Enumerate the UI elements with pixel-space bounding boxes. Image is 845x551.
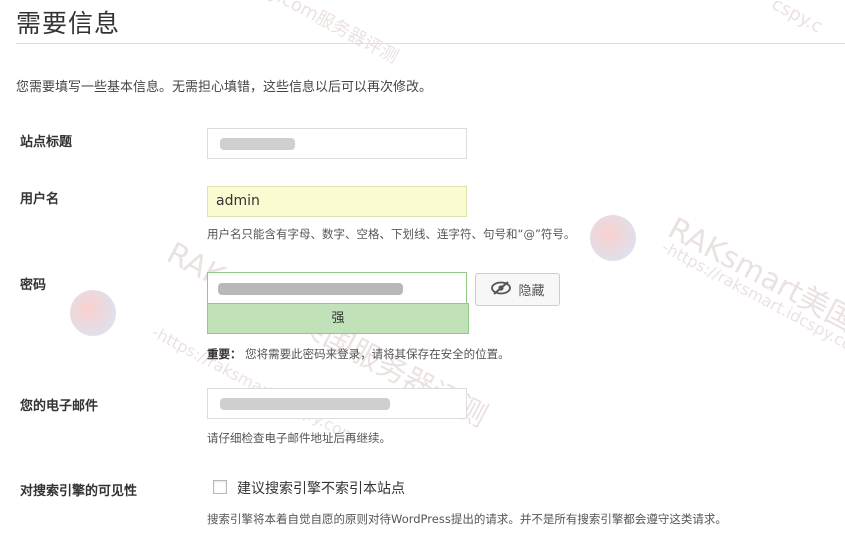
username-hint: 用户名只能含有字母、数字、空格、下划线、连字符、句号和“@”符号。 <box>207 227 576 241</box>
install-form-page: RAKsmart美国服务器评测 RAKsmart美国 -https://raks… <box>0 0 845 551</box>
hide-password-button[interactable]: 隐藏 <box>475 273 560 306</box>
password-hint: 重要： 您将需要此密码来登录，请将其保存在安全的位置。 <box>207 346 510 362</box>
search-visibility-checkbox-label[interactable]: 建议搜索引擎不索引本站点 <box>237 478 405 498</box>
email-label: 您的电子邮件 <box>20 399 99 414</box>
watermark-text: cspy.c <box>768 0 827 38</box>
watermark-logo <box>70 290 116 336</box>
redacted-value <box>220 398 390 410</box>
watermark-text: -https://raksmart.idcspy.com <box>658 237 845 362</box>
site-title-label: 站点标题 <box>20 135 73 150</box>
email-hint: 请仔细检查电子邮件地址后再继续。 <box>207 431 391 445</box>
watermark-logo <box>590 215 636 261</box>
username-label: 用户名 <box>20 192 60 207</box>
password-strength-meter: 强 <box>207 303 469 334</box>
page-title: 需要信息 <box>16 9 121 38</box>
intro-text: 您需要填写一些基本信息。无需担心填错，这些信息以后可以再次修改。 <box>16 80 433 95</box>
redacted-value <box>218 283 403 295</box>
eye-slash-icon <box>490 280 512 299</box>
username-input[interactable]: admin <box>207 186 467 217</box>
title-divider <box>16 43 845 44</box>
site-title-input[interactable] <box>207 128 467 159</box>
watermark-text: RAKsmart美国 <box>662 211 845 340</box>
search-visibility-label: 对搜索引擎的可见性 <box>20 484 138 499</box>
email-input[interactable] <box>207 388 467 419</box>
password-hint-text: 您将需要此密码来登录，请将其保存在安全的位置。 <box>245 347 510 361</box>
watermark-text: -https://raksmart.idcspy.com <box>148 322 360 447</box>
search-visibility-hint: 搜索引擎将本着自觉自愿的原则对待WordPress提出的请求。并不是所有搜索引擎… <box>207 512 727 526</box>
hide-button-label: 隐藏 <box>518 284 545 299</box>
watermark-text: rt.idcspy.com服务器评测 <box>206 0 402 68</box>
search-visibility-checkbox[interactable] <box>213 480 227 494</box>
password-label: 密码 <box>20 278 47 293</box>
password-input[interactable] <box>207 272 467 303</box>
password-hint-important: 重要： <box>207 347 242 361</box>
redacted-value <box>220 138 295 150</box>
